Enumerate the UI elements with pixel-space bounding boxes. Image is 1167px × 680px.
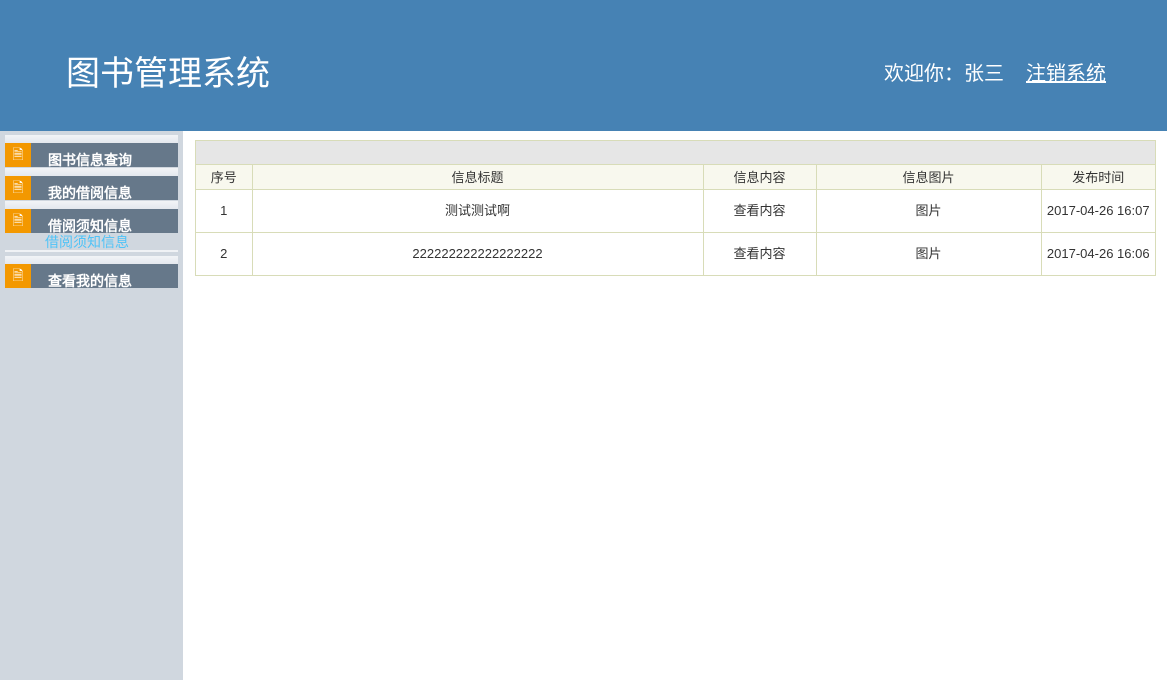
sidebar-item-label: 查看我的信息: [48, 274, 132, 290]
row-title: 测试测试啊: [251, 188, 704, 233]
app-title: 图书管理系统: [66, 55, 270, 93]
sidebar: 🗎 图书信息查询 🗎 我的借阅信息 🗎 借阅须知信息 🗎 查看我的信息: [0, 131, 183, 680]
table-header: 序号 信息标题 信息内容 信息图片 发布时间: [196, 165, 1155, 190]
divider: [5, 250, 178, 252]
row-index: 2: [196, 231, 253, 275]
view-content-link[interactable]: 查看内容: [702, 188, 817, 233]
document-icon: 🗎: [5, 264, 31, 288]
logout-link[interactable]: 注销系统: [1026, 57, 1106, 86]
view-content-link[interactable]: 查看内容: [702, 231, 817, 275]
image-link[interactable]: 图片: [815, 231, 1042, 275]
sidebar-item-book-query[interactable]: 🗎 图书信息查询: [5, 135, 178, 169]
row-time: 2017-04-26 16:07: [1040, 188, 1155, 233]
sidebar-subitem-borrow-notice[interactable]: 借阅须知信息: [45, 232, 129, 252]
welcome-text: 欢迎你：张三: [884, 63, 1004, 85]
column-header: 信息标题: [251, 165, 704, 190]
sidebar-item-label: 图书信息查询: [48, 153, 132, 169]
row-title: 222222222222222222: [251, 231, 704, 275]
sidebar-item-borrow-notice[interactable]: 🗎 借阅须知信息: [5, 201, 178, 235]
row-time: 2017-04-26 16:06: [1040, 231, 1155, 275]
column-header: 信息内容: [702, 165, 817, 190]
document-icon: 🗎: [5, 143, 31, 167]
table-row: 2 222222222222222222 查看内容 图片 2017-04-26 …: [196, 231, 1155, 275]
info-table: 序号 信息标题 信息内容 信息图片 发布时间 1 测试测试啊 查看内容 图片 2…: [196, 165, 1155, 275]
column-header: 信息图片: [815, 165, 1042, 190]
panel-toolbar: [196, 141, 1155, 165]
row-index: 1: [196, 188, 253, 233]
image-link[interactable]: 图片: [815, 188, 1042, 233]
document-icon: 🗎: [5, 209, 31, 233]
column-header: 序号: [196, 165, 253, 190]
header: 图书管理系统 欢迎你：张三 注销系统: [0, 0, 1167, 131]
document-icon: 🗎: [5, 176, 31, 200]
sidebar-item-label: 我的借阅信息: [48, 186, 132, 202]
table-row: 1 测试测试啊 查看内容 图片 2017-04-26 16:07: [196, 188, 1155, 233]
column-header: 发布时间: [1040, 165, 1155, 190]
sidebar-item-my-borrow[interactable]: 🗎 我的借阅信息: [5, 168, 178, 202]
info-panel: 序号 信息标题 信息内容 信息图片 发布时间 1 测试测试啊 查看内容 图片 2…: [195, 140, 1156, 276]
sidebar-item-my-info[interactable]: 🗎 查看我的信息: [5, 256, 178, 290]
